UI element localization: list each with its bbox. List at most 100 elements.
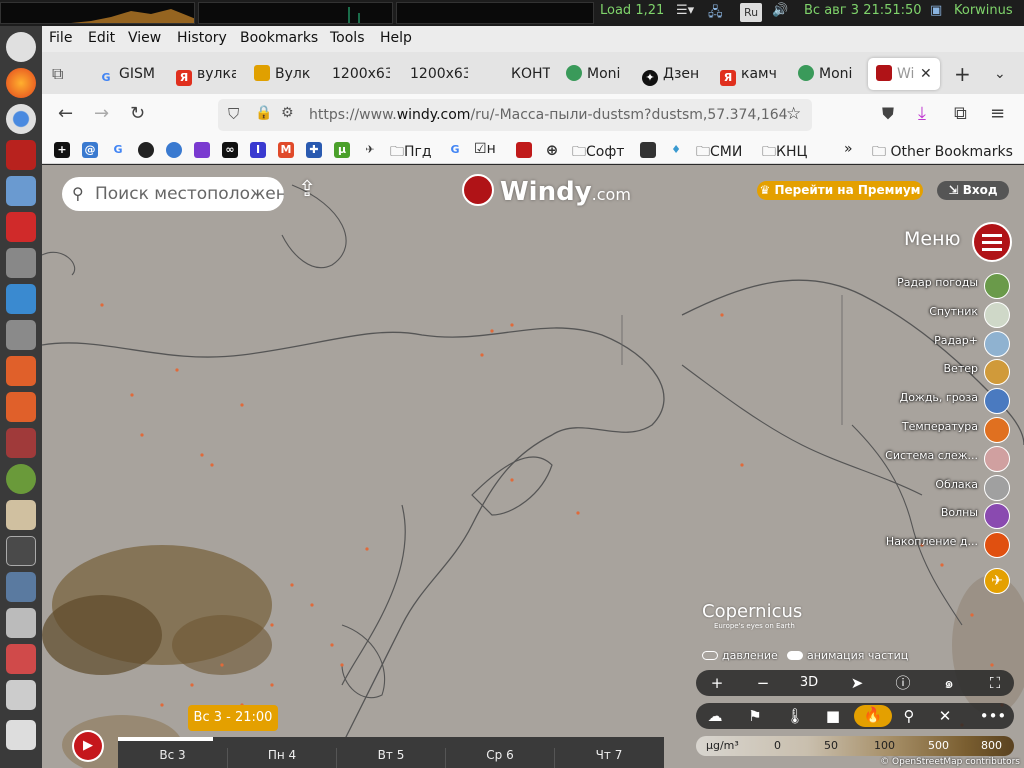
layer-flights[interactable]: ✈ [980,568,1010,594]
list-icon[interactable]: ☰▾ [676,3,694,18]
bookmark-flag-icon[interactable] [640,142,656,158]
layer-wind[interactable]: Ветер [880,359,1010,385]
flag-icon[interactable]: ⚑ [740,706,770,726]
tab-gism[interactable]: G GISM [98,58,158,90]
keyboard-layout-indicator[interactable]: Ru [740,3,762,22]
fullscreen-icon[interactable]: ⛶ [980,673,1010,693]
tab-kont[interactable]: КОНТ [490,58,550,90]
3d-button[interactable]: 3D [794,673,824,693]
text-editor-icon[interactable] [6,248,36,278]
remote-desktop-icon[interactable] [6,572,36,602]
menu-edit[interactable]: Edit [88,30,115,46]
tab-list-icon[interactable]: ⌄ [994,58,1014,90]
menu-file[interactable]: File [49,30,72,46]
bookmarks-overflow-icon[interactable]: » [844,141,853,159]
menu-tools[interactable]: Tools [330,30,365,46]
tab-windy[interactable]: Wi ✕ [868,58,940,90]
layer-rain-thunder[interactable]: Дождь, гроза [880,388,1010,414]
address-bar[interactable]: ⛉ 🔒 ⚙ https://www.windy.com/ru/-Масса-пы… [218,99,812,131]
chromium-icon[interactable] [6,104,36,134]
layer-accumulation[interactable]: Накопление д... [880,532,1010,558]
tab-moni-2[interactable]: Moni [798,58,858,90]
bookmark-gmail-icon[interactable]: M [278,142,294,158]
reload-icon[interactable]: ↻ [130,104,145,124]
document-icon[interactable] [6,284,36,314]
weather-icon[interactable]: ☁ [700,706,730,726]
bookmark-folder-knc[interactable]: 🗀КНЦ [762,141,807,160]
bookmark-google-icon[interactable]: G [110,142,126,158]
bookmark-folder-pgd[interactable]: 🗀Пгд [390,141,432,160]
calculator-icon[interactable] [6,608,36,638]
bookmark-torrent-icon[interactable]: µ [334,142,350,158]
system-monitor-icon[interactable] [6,536,36,566]
timeline-day[interactable]: Чт 7 [554,748,663,768]
archive-icon[interactable] [6,428,36,458]
layer-clouds[interactable]: Облака [880,475,1010,501]
menu-history[interactable]: History [177,30,227,46]
windy-map[interactable]: ⚲ Поиск местоположен ⇪ Windy.com ♛ Перей… [42,165,1024,768]
new-tab-icon[interactable]: + [954,58,974,90]
bookmark-satellite-icon[interactable]: ✈ [362,142,378,158]
share-icon[interactable]: ⇪ [298,177,316,202]
premium-button[interactable]: ♛ Перейти на Премиум [757,181,923,200]
downloads-icon[interactable]: ⤓ [918,104,926,124]
tab-dzen[interactable]: ✦ Дзен [642,58,702,90]
settings-gear-icon[interactable] [6,464,36,494]
bookmark-n[interactable]: ☑н [474,141,496,159]
clock[interactable]: Вс авг 3 21:51:50 [804,3,922,18]
url-text[interactable]: https://www.windy.com/ru/-Масса-пыли-dus… [309,107,809,123]
pin-icon[interactable]: ⚲ [894,706,924,726]
bookmark-star-icon[interactable] [194,142,210,158]
dust-legend[interactable]: μg/m³ 0 50 100 500 800 [696,736,1014,756]
pressure-toggle[interactable]: давление [702,649,778,662]
bookmark-eye-icon[interactable] [138,142,154,158]
hurricane-icon[interactable]: ๑ [934,673,964,693]
menu-help[interactable]: Help [380,30,412,46]
extensions-icon[interactable]: ⧉ [954,104,967,124]
windy-logo[interactable]: Windy.com [462,174,631,207]
timeline-day[interactable]: Пн 4 [227,748,336,768]
bookmark-drop-icon[interactable]: ♦ [668,142,684,158]
tab-image-2[interactable]: 1200x63 [410,58,468,90]
terminal-icon[interactable] [6,140,36,170]
particles-toggle[interactable]: анимация частиц [787,649,908,662]
fire-icon[interactable]: 🔥 [854,705,892,727]
close-tab-icon[interactable]: ✕ [920,58,932,90]
menu-bookmarks[interactable]: Bookmarks [240,30,318,46]
bookmark-mail-icon[interactable]: @ [82,142,98,158]
software-center-icon[interactable] [6,356,36,386]
bookmark-plus-icon[interactable]: + [54,142,70,158]
zoom-in-button[interactable]: + [702,673,732,693]
zoom-out-button[interactable]: − [748,673,778,693]
osm-attribution[interactable]: © OpenStreetMap contributors [880,757,1020,767]
webcam-icon[interactable]: ■ [818,706,848,726]
tools-icon[interactable] [6,320,36,350]
bookmark-cross-icon[interactable]: ✚ [306,142,322,158]
user-name[interactable]: Korwinus [954,3,1013,18]
tab-vulka[interactable]: Явулка [176,58,236,90]
usb-icon[interactable] [6,680,36,710]
files-icon[interactable] [6,176,36,206]
play-button[interactable]: ▶ [72,730,104,762]
back-arrow-icon[interactable]: ← [58,104,73,124]
software-center-2-icon[interactable] [6,392,36,422]
hamburger-menu-icon[interactable]: ≡ [990,104,1005,124]
thermometer-icon[interactable]: 🌡 [780,706,810,726]
layer-radar-plus[interactable]: Радар+ [880,331,1010,357]
layer-tracking-system[interactable]: Система слеж... [880,446,1010,472]
firefox-icon[interactable] [6,68,36,98]
timeline-day[interactable]: Вс 3 [118,748,227,768]
windy-menu-button[interactable]: Меню [894,222,1014,262]
timeline-bar[interactable]: Вс 3 Пн 4 Вт 5 Ср 6 Чт 7 [118,737,664,768]
forward-arrow-icon[interactable]: → [94,104,109,124]
app-grid-icon[interactable] [6,720,36,750]
pocket-icon[interactable]: ⛊ [882,104,894,124]
volume-icon[interactable]: 🔊 [772,3,788,18]
permissions-icon[interactable]: ⚙ [281,105,294,121]
bookmark-folder-other[interactable]: 🗀 Other Bookmarks [872,141,1013,160]
network-icon[interactable]: 🖧 [708,3,723,25]
robot-icon[interactable] [6,500,36,530]
tab-kamch[interactable]: Якамч [720,58,780,90]
screenshot-icon[interactable] [6,212,36,242]
tab-moni-1[interactable]: Moni [566,58,626,90]
